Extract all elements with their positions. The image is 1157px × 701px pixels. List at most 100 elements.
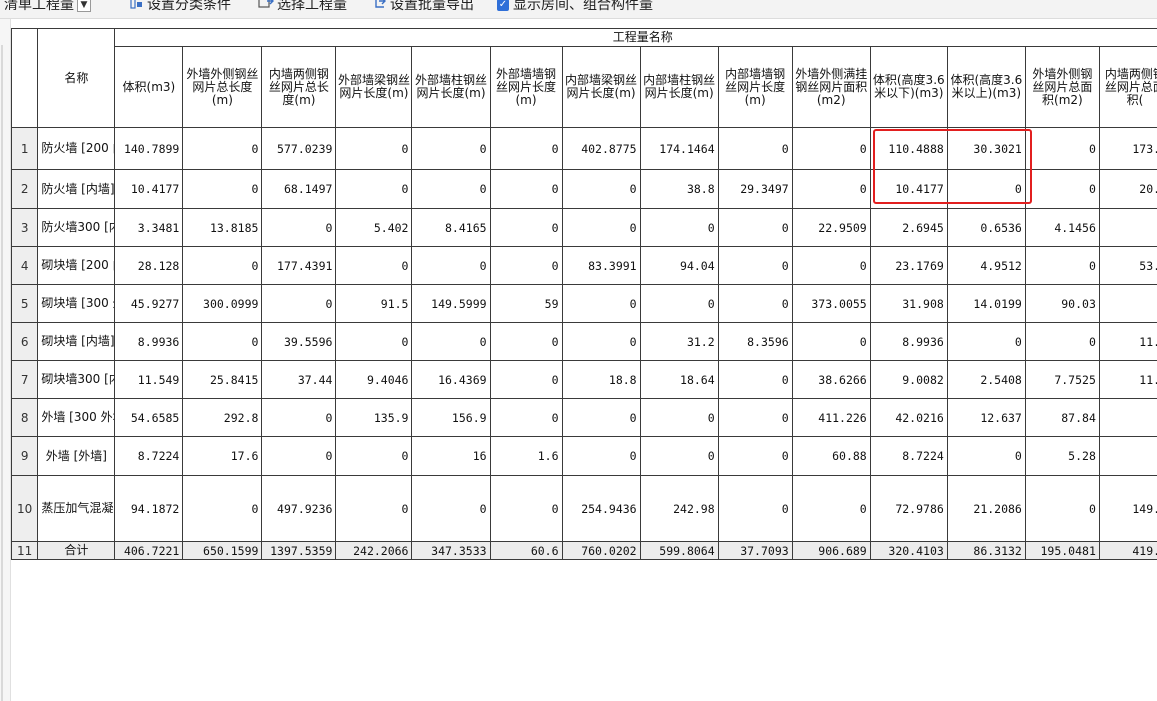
value-cell[interactable]: 28.128 bbox=[114, 246, 184, 285]
value-cell[interactable]: 8.9936 bbox=[869, 322, 948, 361]
value-cell[interactable]: 16.4369 bbox=[411, 360, 491, 399]
value-cell[interactable]: 0 bbox=[261, 284, 337, 323]
row-name-cell[interactable]: 砌块墙 [内墙] bbox=[37, 322, 116, 361]
value-cell[interactable]: 0 bbox=[335, 436, 413, 476]
show-rooms-checkbox[interactable]: ✓ 显示房间、组合构件量 bbox=[497, 0, 653, 16]
batch-export-button[interactable]: 设置批量导出 bbox=[373, 0, 474, 16]
value-cell[interactable]: 0 bbox=[335, 246, 413, 285]
value-cell[interactable]: 140.7899 bbox=[114, 127, 184, 170]
value-cell[interactable]: 29.3497 bbox=[717, 169, 793, 209]
row-name-cell[interactable]: 砌块墙 [200 内墙] bbox=[37, 246, 116, 285]
row-number[interactable]: 9 bbox=[11, 436, 39, 476]
value-cell[interactable]: 0 bbox=[489, 398, 563, 437]
gutter-scrollbar[interactable] bbox=[1, 45, 3, 701]
value-cell[interactable]: 0 bbox=[561, 169, 641, 209]
value-cell[interactable]: 21.2086 bbox=[946, 475, 1026, 542]
row-number[interactable]: 2 bbox=[11, 169, 39, 209]
value-cell[interactable]: 86.3132 bbox=[946, 541, 1026, 560]
table-row[interactable]: 5砌块墙 [300 外墙]45.9277300.0999091.5149.599… bbox=[11, 284, 1157, 323]
value-cell[interactable]: 173.1 bbox=[1098, 127, 1157, 170]
value-cell[interactable]: 0 bbox=[1024, 169, 1100, 209]
value-cell[interactable]: 242.2066 bbox=[335, 541, 413, 560]
value-cell[interactable]: 0 bbox=[489, 169, 563, 209]
value-cell[interactable]: 347.3533 bbox=[411, 541, 491, 560]
value-cell[interactable]: 25.8415 bbox=[182, 360, 263, 399]
value-cell[interactable]: 72.9786 bbox=[869, 475, 948, 542]
value-cell[interactable]: 149.3 bbox=[1098, 475, 1157, 542]
value-cell[interactable]: 0 bbox=[489, 475, 563, 542]
value-cell[interactable]: 110.4888 bbox=[869, 127, 948, 170]
value-cell[interactable]: 0 bbox=[791, 169, 871, 209]
value-cell[interactable]: 0 bbox=[561, 208, 641, 247]
value-cell[interactable]: 53.2 bbox=[1098, 246, 1157, 285]
value-cell[interactable]: 91.5 bbox=[335, 284, 413, 323]
value-cell[interactable]: 20.4 bbox=[1098, 169, 1157, 209]
value-cell[interactable]: 599.8064 bbox=[639, 541, 719, 560]
value-cell[interactable]: 419.2 bbox=[1098, 541, 1157, 560]
column-header[interactable]: 外部墙柱钢丝网片长度(m) bbox=[411, 46, 491, 128]
value-cell[interactable]: 0 bbox=[182, 127, 263, 170]
value-cell[interactable]: 13.8185 bbox=[182, 208, 263, 247]
value-cell[interactable]: 135.9 bbox=[335, 398, 413, 437]
row-name-cell[interactable]: 砌块墙300 [内墙] bbox=[37, 360, 116, 399]
value-cell[interactable]: 0 bbox=[946, 169, 1026, 209]
column-header[interactable]: 外部墙梁钢丝网片长度(m) bbox=[335, 46, 413, 128]
value-cell[interactable]: 320.4103 bbox=[869, 541, 948, 560]
row-number[interactable]: 8 bbox=[11, 398, 39, 437]
row-name-cell[interactable]: 蒸压加气混凝土砌块墙 [200 内墙] bbox=[37, 475, 116, 542]
column-header[interactable]: 体积(m3) bbox=[114, 46, 184, 128]
value-cell[interactable]: 31.2 bbox=[639, 322, 719, 361]
value-cell[interactable]: 11.2 bbox=[1098, 360, 1157, 399]
table-row[interactable]: 3防火墙300 [内墙]3.348113.818505.4028.4165000… bbox=[11, 208, 1157, 247]
value-cell[interactable]: 0 bbox=[411, 169, 491, 209]
value-cell[interactable]: 38.6266 bbox=[791, 360, 871, 399]
value-cell[interactable]: 292.8 bbox=[182, 398, 263, 437]
value-cell[interactable]: 0 bbox=[946, 436, 1026, 476]
value-cell[interactable]: 1.6 bbox=[489, 436, 563, 476]
value-cell[interactable]: 156.9 bbox=[411, 398, 491, 437]
value-cell[interactable]: 68.1497 bbox=[261, 169, 337, 209]
quantity-table-viewport[interactable]: 名称 工程量名称 体积(m3) 外墙外侧钢丝网片总长度(m) 内墙两侧钢丝网片总长度(m… bbox=[11, 28, 1157, 600]
value-cell[interactable]: 2.6945 bbox=[869, 208, 948, 247]
value-cell[interactable]: 0 bbox=[717, 246, 793, 285]
value-cell[interactable]: 0 bbox=[1024, 475, 1100, 542]
value-cell[interactable]: 0 bbox=[335, 169, 413, 209]
row-number[interactable]: 5 bbox=[11, 284, 39, 323]
table-row[interactable]: 1防火墙 [200 内墙]140.78990577.0239000402.877… bbox=[11, 127, 1157, 170]
column-header[interactable]: 外墙外侧满挂钢丝网片面积(m2) bbox=[791, 46, 871, 128]
value-cell[interactable]: 0 bbox=[1024, 246, 1100, 285]
value-cell[interactable]: 54.6585 bbox=[114, 398, 184, 437]
column-header[interactable]: 外部墙墙钢丝网片长度(m) bbox=[489, 46, 563, 128]
value-cell[interactable]: 0 bbox=[717, 436, 793, 476]
total-row[interactable]: 11 合计 406.7221 650.1599 1397.5359 242.2066 347… bbox=[11, 541, 1157, 560]
value-cell[interactable]: 195.0481 bbox=[1024, 541, 1100, 560]
row-name-cell[interactable]: 防火墙300 [内墙] bbox=[37, 208, 116, 247]
value-cell[interactable]: 177.4391 bbox=[261, 246, 337, 285]
value-cell[interactable]: 18.64 bbox=[639, 360, 719, 399]
value-cell[interactable]: 3.3481 bbox=[114, 208, 184, 247]
column-header[interactable]: 内墙两侧钢丝网片总长度(m) bbox=[261, 46, 337, 128]
value-cell[interactable]: 0 bbox=[411, 322, 491, 361]
value-cell[interactable]: 59 bbox=[489, 284, 563, 323]
table-row[interactable]: 4砌块墙 [200 内墙]28.1280177.439100083.399194… bbox=[11, 246, 1157, 285]
value-cell[interactable]: 2.5408 bbox=[946, 360, 1026, 399]
table-row[interactable]: 9 外墙 [外墙] 8.7224 17.6 0 0 16 1.6 0 0 0 60.88 8.7224 0… bbox=[11, 436, 1157, 476]
value-cell[interactable]: 22.9509 bbox=[791, 208, 871, 247]
value-cell[interactable]: 0 bbox=[411, 475, 491, 542]
table-row[interactable]: 2 防火墙 [内墙] 10.4177 0 68.1497 0 0 0 0 38.8 29.3497 0… bbox=[11, 169, 1157, 209]
value-cell[interactable]: 0 bbox=[946, 322, 1026, 361]
table-row[interactable]: 7砌块墙300 [内墙]11.54925.841537.449.404616.4… bbox=[11, 360, 1157, 399]
row-number[interactable]: 3 bbox=[11, 208, 39, 247]
row-number[interactable]: 4 bbox=[11, 246, 39, 285]
value-cell[interactable]: 0 bbox=[489, 246, 563, 285]
value-cell[interactable]: 23.1769 bbox=[869, 246, 948, 285]
table-row[interactable]: 10蒸压加气混凝土砌块墙 [200 内墙]94.18720497.9236000… bbox=[11, 475, 1157, 542]
value-cell[interactable]: 254.9436 bbox=[561, 475, 641, 542]
value-cell[interactable]: 0 bbox=[791, 322, 871, 361]
value-cell[interactable]: 174.1464 bbox=[639, 127, 719, 170]
value-cell[interactable]: 0 bbox=[411, 246, 491, 285]
value-cell[interactable]: 37.44 bbox=[261, 360, 337, 399]
value-cell[interactable] bbox=[1098, 436, 1157, 476]
row-number[interactable]: 10 bbox=[11, 475, 39, 542]
column-header[interactable]: 体积(高度3.6米以上)(m3) bbox=[946, 46, 1026, 128]
